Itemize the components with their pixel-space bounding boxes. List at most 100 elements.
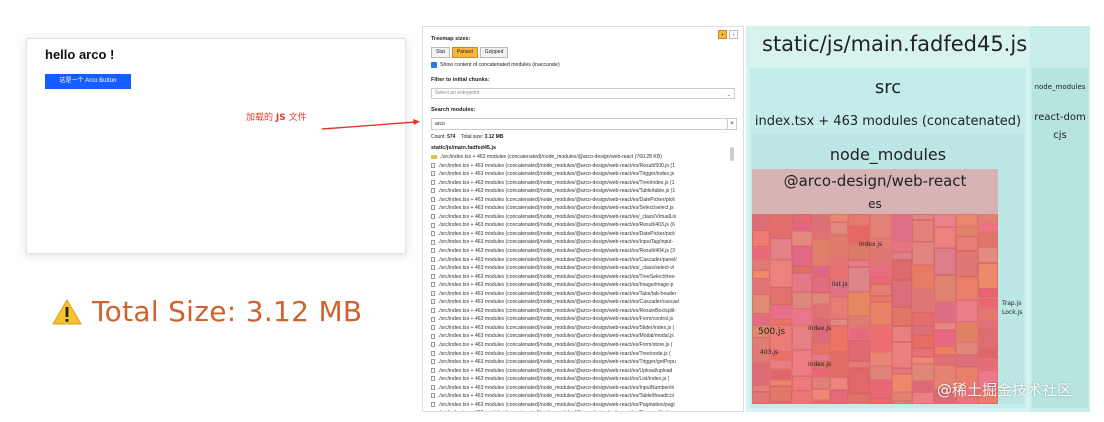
treemap-module-tile[interactable] xyxy=(892,368,912,374)
list-item[interactable]: ./src/index.tsx + 463 modules (concatena… xyxy=(431,341,729,350)
treemap-module-tile[interactable] xyxy=(892,241,912,252)
treemap-module-tile[interactable] xyxy=(978,348,998,359)
entrypoint-select[interactable]: Select an entrypoint ⌄ xyxy=(431,88,735,99)
treemap-module-tile[interactable] xyxy=(934,227,956,248)
treemap-module-tile[interactable] xyxy=(870,296,892,302)
treemap-module-tile[interactable] xyxy=(892,326,912,342)
pin-sidebar-icon[interactable]: ▪ xyxy=(718,30,727,39)
treemap-module-tile[interactable] xyxy=(792,376,812,391)
treemap-module-tile[interactable] xyxy=(792,266,812,273)
treemap-module-tile[interactable] xyxy=(934,346,956,355)
treemap-module-tile[interactable] xyxy=(848,340,870,361)
treemap-module-tile[interactable] xyxy=(770,305,792,319)
treemap-module-tile[interactable] xyxy=(792,391,812,404)
treemap-module-tile[interactable] xyxy=(812,354,830,361)
treemap-module-tile[interactable] xyxy=(792,223,812,231)
treemap-module-tile[interactable] xyxy=(830,377,848,390)
treemap-module-tile[interactable] xyxy=(892,260,912,280)
treemap-module-tile[interactable] xyxy=(752,259,770,270)
treemap-module-tile[interactable] xyxy=(956,251,978,277)
treemap-module-tile[interactable] xyxy=(830,258,848,279)
treemap-module-tile[interactable] xyxy=(934,355,956,365)
list-item[interactable]: ./src/index.tsx + 463 modules (concatena… xyxy=(431,264,729,273)
list-item[interactable]: ./src/index.tsx + 463 modules (concatena… xyxy=(431,196,729,205)
treemap-module-tile[interactable] xyxy=(892,307,912,326)
treemap-module-tile[interactable] xyxy=(848,292,870,316)
treemap-module-tile[interactable] xyxy=(752,270,770,279)
treemap-module-tile[interactable] xyxy=(812,369,830,377)
treemap-module-tile[interactable] xyxy=(752,392,770,404)
treemap-module-tile[interactable] xyxy=(870,398,892,404)
treemap-module-tile[interactable] xyxy=(812,214,830,239)
list-item[interactable]: ./src/index.tsx + 463 modules (concatena… xyxy=(431,350,729,359)
treemap-module-tile[interactable] xyxy=(912,392,934,404)
list-item[interactable]: ./src/index.tsx + 463 modules (concatena… xyxy=(431,238,729,247)
treemap-module-tile[interactable] xyxy=(770,214,792,238)
treemap-module-tile[interactable] xyxy=(870,276,892,284)
treemap-module-tile[interactable] xyxy=(848,267,870,292)
list-item[interactable]: ./src/index.tsx + 463 modules (concatena… xyxy=(431,298,729,307)
list-item[interactable]: ./src/index.tsx + 463 modules (concatena… xyxy=(431,247,729,256)
treemap-module-tile[interactable] xyxy=(752,314,770,325)
treemap-module-tile[interactable] xyxy=(830,390,848,404)
list-item[interactable]: ./src/index.tsx + 463 modules (concatena… xyxy=(431,401,729,410)
treemap-module-tile[interactable] xyxy=(934,214,956,227)
treemap-module-tile[interactable] xyxy=(812,276,830,293)
treemap-module-tile[interactable] xyxy=(812,266,830,276)
treemap-module-tile[interactable] xyxy=(912,326,934,335)
treemap-module-tile[interactable] xyxy=(978,328,998,348)
treemap-module-tile[interactable] xyxy=(956,322,978,342)
arco-button[interactable]: 这是一个 Arco Button xyxy=(45,74,131,89)
treemap-module-tile[interactable] xyxy=(848,328,870,340)
treemap-module-tile[interactable] xyxy=(978,247,998,263)
treemap-module-tile[interactable] xyxy=(770,369,792,380)
list-item[interactable]: ./src/index.tsx + 463 modules (concatena… xyxy=(431,358,729,367)
treemap-module-tile[interactable] xyxy=(770,360,792,369)
checkbox[interactable] xyxy=(431,62,437,68)
treemap-module-tile[interactable] xyxy=(812,343,830,354)
list-item[interactable]: ./src/index.tsx + 463 modules (concatena… xyxy=(431,281,729,290)
list-item[interactable]: ./src/index.tsx + 463 modules (concatena… xyxy=(431,179,729,188)
treemap-module-tile[interactable] xyxy=(870,352,892,366)
treemap-module-tile[interactable] xyxy=(912,357,934,364)
treemap-module-tile[interactable] xyxy=(870,325,892,352)
treemap-module-tile[interactable] xyxy=(752,279,770,294)
list-item[interactable]: ./src/index.tsx + 463 modules (concatena… xyxy=(431,221,729,230)
treemap-module-tile[interactable] xyxy=(892,392,912,401)
treemap-module-tile[interactable] xyxy=(956,236,978,251)
treemap-module-tile[interactable] xyxy=(752,363,770,385)
treemap-module-tile[interactable] xyxy=(870,214,892,239)
list-item[interactable]: ./src/index.tsx + 463 modules (concatena… xyxy=(431,332,729,341)
treemap-module-tile[interactable] xyxy=(770,380,792,386)
treemap-module-tile[interactable] xyxy=(770,260,792,287)
treemap-module-tile[interactable] xyxy=(978,289,998,297)
treemap-module-tile[interactable] xyxy=(978,321,998,328)
list-item[interactable]: ./src/index.tsx + 463 modules (concatena… xyxy=(431,230,729,239)
treemap-module-tile[interactable] xyxy=(978,309,998,321)
list-item[interactable]: ./src/index.tsx + 463 modules (concatena… xyxy=(431,187,729,196)
list-item[interactable]: ./src/index.tsx + 463 modules (concatena… xyxy=(431,315,729,324)
treemap-module-tile[interactable] xyxy=(892,252,912,260)
treemap-module-tile[interactable] xyxy=(792,231,812,246)
treemap-module-tile[interactable] xyxy=(870,380,892,398)
list-item[interactable]: ./src/index.tsx + 463 modules (concatena… xyxy=(431,384,729,393)
treemap-module-tile[interactable] xyxy=(892,214,912,241)
treemap-module-tile[interactable] xyxy=(770,319,792,325)
treemap-module-tile[interactable] xyxy=(934,302,956,322)
treemap-module-tile[interactable] xyxy=(792,309,812,325)
list-item[interactable]: ./src/index.tsx + 463 modules (concatena… xyxy=(431,162,729,171)
stat-button[interactable]: Stat xyxy=(431,47,450,58)
treemap-module-tile[interactable] xyxy=(812,293,830,304)
treemap-module-tile[interactable] xyxy=(934,248,956,275)
treemap-module-tile[interactable] xyxy=(912,364,934,381)
list-item[interactable]: ./src/index.tsx + 463 modules (concatena… xyxy=(431,375,729,384)
treemap-module-tile[interactable] xyxy=(892,374,912,392)
treemap-module-tile[interactable] xyxy=(934,275,956,302)
treemap-module-tile[interactable] xyxy=(870,284,892,296)
treemap-module-tile[interactable] xyxy=(870,266,892,276)
treemap-module-tile[interactable] xyxy=(770,402,792,404)
treemap-module-tile[interactable] xyxy=(978,263,998,289)
treemap-module-tile[interactable] xyxy=(912,265,934,289)
treemap-module-tile[interactable] xyxy=(848,368,870,394)
treemap[interactable]: static/js/main.fadfed45.js src index.tsx… xyxy=(746,26,1090,412)
